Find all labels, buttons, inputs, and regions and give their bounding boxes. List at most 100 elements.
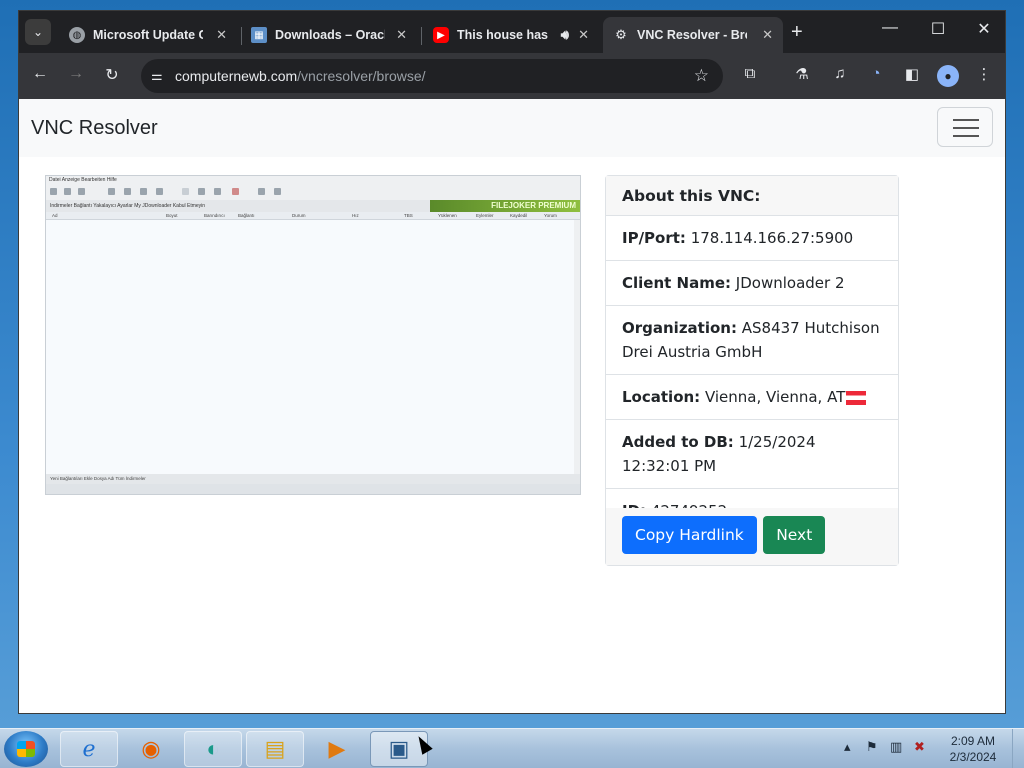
- windows-taskbar: ℯ ◉ ◐ ▤ ▶ ▣ ▴ ⚑ ▥ ✖ 2:09 AM 2/3/2024: [0, 728, 1024, 768]
- tab-vnc-resolver[interactable]: ⚙ VNC Resolver - Brow ✕: [603, 17, 783, 53]
- download-progress-icon[interactable]: ◔: [865, 65, 887, 82]
- info-label: Location:: [622, 388, 701, 406]
- screenshot-premium-banner: FILEJOKER PREMIUM: [430, 200, 580, 212]
- hamburger-line: [953, 119, 979, 121]
- column-label: TBS: [404, 213, 413, 218]
- info-value: 178.114.166.27:5900: [690, 229, 854, 247]
- minimize-button[interactable]: —: [875, 19, 905, 37]
- column-label: Ad: [52, 213, 58, 218]
- show-desktop-button[interactable]: [1012, 729, 1024, 768]
- file-explorer-icon[interactable]: ▤: [246, 731, 304, 767]
- taskbar-clock[interactable]: 2:09 AM 2/3/2024: [942, 733, 1004, 765]
- info-value: JDownloader 2: [735, 274, 845, 292]
- tab-title: VNC Resolver - Brow: [637, 28, 747, 42]
- column-label: Yüklenen: [438, 213, 457, 218]
- column-label: Barındırıcı: [204, 213, 225, 218]
- tab-strip: ⌄ ◍ Microsoft Update Ca ✕ ▦ Downloads – …: [19, 11, 1005, 53]
- tab-youtube[interactable]: ▶ This house has a 🔊︎ ✕: [423, 17, 599, 53]
- tab-downloads-oracle[interactable]: ▦ Downloads – Oracle ✕: [241, 17, 417, 53]
- side-panel-icon[interactable]: ◧: [901, 65, 923, 83]
- column-label: Hız: [352, 213, 359, 218]
- info-added-to-db: Added to DB: 1/25/2024 12:32:01 PM: [606, 420, 898, 489]
- oracle-icon: ▦: [251, 27, 267, 43]
- screenshot-footer: Yeni Bağlantıları Ekle Dosya Adı Tüm İnd…: [46, 474, 580, 484]
- globe-icon: ◍: [69, 27, 85, 43]
- labs-flask-icon[interactable]: ⚗: [791, 65, 813, 83]
- info-ip-port: IP/Port: 178.114.166.27:5900: [606, 216, 898, 261]
- info-label: Added to DB:: [622, 433, 734, 451]
- clock-date: 2/3/2024: [949, 750, 997, 764]
- tab-separator: [421, 27, 422, 45]
- tab-title: Microsoft Update Ca: [93, 28, 203, 42]
- navbar-toggle-button[interactable]: [937, 107, 993, 147]
- copy-hardlink-button[interactable]: Copy Hardlink: [622, 516, 757, 554]
- next-button[interactable]: Next: [763, 516, 826, 554]
- bookmark-star-icon[interactable]: ☆: [694, 66, 709, 86]
- address-url[interactable]: computernewb.com/vncresolver/browse/: [175, 68, 426, 84]
- extensions-icon[interactable]: ⧉: [739, 65, 761, 82]
- volume-muted-icon[interactable]: ✖: [914, 739, 925, 755]
- screenshot-scrollbar: [574, 220, 580, 474]
- tab-title: This house has a: [457, 28, 549, 42]
- network-tray-icon[interactable]: ▥: [890, 739, 902, 755]
- close-icon[interactable]: ✕: [216, 27, 227, 43]
- close-icon[interactable]: ✕: [396, 27, 407, 43]
- show-hidden-icons[interactable]: ▴: [844, 739, 851, 755]
- austria-flag-icon: [846, 390, 867, 405]
- info-client-name: Client Name: JDownloader 2: [606, 261, 898, 306]
- screenshot-column-header: Ad Boyut Barındırıcı Bağlantı Durum Hız …: [46, 212, 580, 220]
- action-center-flag-icon[interactable]: ⚑: [866, 739, 878, 755]
- media-player-icon[interactable]: ▶: [308, 731, 366, 767]
- internet-explorer-icon[interactable]: ℯ: [60, 731, 118, 767]
- edge-icon[interactable]: ◐: [184, 731, 242, 767]
- url-path: /vncresolver/browse/: [297, 68, 426, 84]
- close-window-button[interactable]: ✕: [969, 19, 999, 39]
- site-info-icon[interactable]: ⚌: [151, 68, 163, 84]
- info-value: Vienna, Vienna, AT: [704, 388, 846, 406]
- page-viewport: VNC Resolver Datei Anzeige Bearbeiten Hi…: [19, 99, 1005, 713]
- forward-button[interactable]: →: [65, 65, 87, 83]
- vnc-screenshot-image: Datei Anzeige Bearbeiten Hilfe FILEJOKER…: [45, 175, 581, 495]
- info-label: IP/Port:: [622, 229, 686, 247]
- browser-toolbar: ← → ↻ ⚌ computernewb.com/vncresolver/bro…: [19, 53, 1005, 99]
- reload-button[interactable]: ↻: [101, 65, 123, 85]
- info-label: Organization:: [622, 319, 737, 337]
- close-icon[interactable]: ✕: [762, 27, 773, 43]
- profile-avatar-icon[interactable]: ●: [937, 65, 959, 87]
- browser-window: ⌄ ◍ Microsoft Update Ca ✕ ▦ Downloads – …: [18, 10, 1006, 714]
- tab-search-button[interactable]: ⌄: [25, 19, 51, 45]
- maximize-button[interactable]: ☐: [923, 19, 953, 39]
- address-bar[interactable]: ⚌ computernewb.com/vncresolver/browse/ ☆: [141, 59, 723, 93]
- vnc-info-card: About this VNC: IP/Port: 178.114.166.27:…: [605, 175, 899, 566]
- site-navbar: VNC Resolver: [19, 99, 1005, 157]
- tab-microsoft-update[interactable]: ◍ Microsoft Update Ca ✕: [59, 17, 237, 53]
- vnc-icon: ⚙: [615, 27, 627, 42]
- column-label: Eylemler: [476, 213, 494, 218]
- card-header: About this VNC:: [606, 176, 898, 216]
- screenshot-download-list: [46, 220, 576, 474]
- column-label: Bağlantı: [238, 213, 255, 218]
- screenshot-menu-bar: Datei Anzeige Bearbeiten Hilfe: [46, 176, 580, 184]
- back-button[interactable]: ←: [29, 65, 51, 83]
- info-location: Location: Vienna, Vienna, AT: [606, 375, 898, 420]
- menu-kebab-icon[interactable]: ⋮: [973, 65, 995, 83]
- column-label: Durum: [292, 213, 306, 218]
- screenshot-status-bar: [46, 484, 580, 494]
- screenshot-toolbar: [46, 184, 580, 200]
- column-label: Boyut: [166, 213, 178, 218]
- start-button[interactable]: [4, 731, 48, 767]
- media-controls-icon[interactable]: ♫: [829, 65, 851, 82]
- firefox-icon[interactable]: ◉: [122, 731, 180, 767]
- brand-title[interactable]: VNC Resolver: [31, 117, 158, 140]
- hamburger-line: [953, 127, 979, 129]
- card-footer: Copy Hardlink Next: [606, 508, 898, 565]
- hamburger-line: [953, 135, 979, 137]
- new-tab-button[interactable]: +: [791, 21, 803, 44]
- clock-time: 2:09 AM: [950, 734, 996, 748]
- url-host: computernewb.com: [175, 68, 298, 84]
- column-label: Kaydedil: [510, 213, 528, 218]
- youtube-icon: ▶: [433, 27, 449, 43]
- close-icon[interactable]: ✕: [578, 27, 589, 43]
- speaker-icon[interactable]: 🔊︎: [561, 27, 569, 43]
- tab-title: Downloads – Oracle: [275, 28, 385, 42]
